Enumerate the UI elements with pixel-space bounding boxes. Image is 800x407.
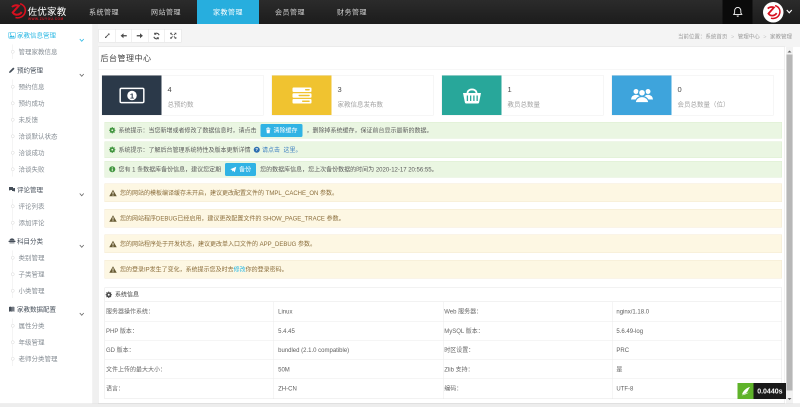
- svg-text:1: 1: [130, 91, 135, 100]
- svg-text:?: ?: [255, 147, 258, 152]
